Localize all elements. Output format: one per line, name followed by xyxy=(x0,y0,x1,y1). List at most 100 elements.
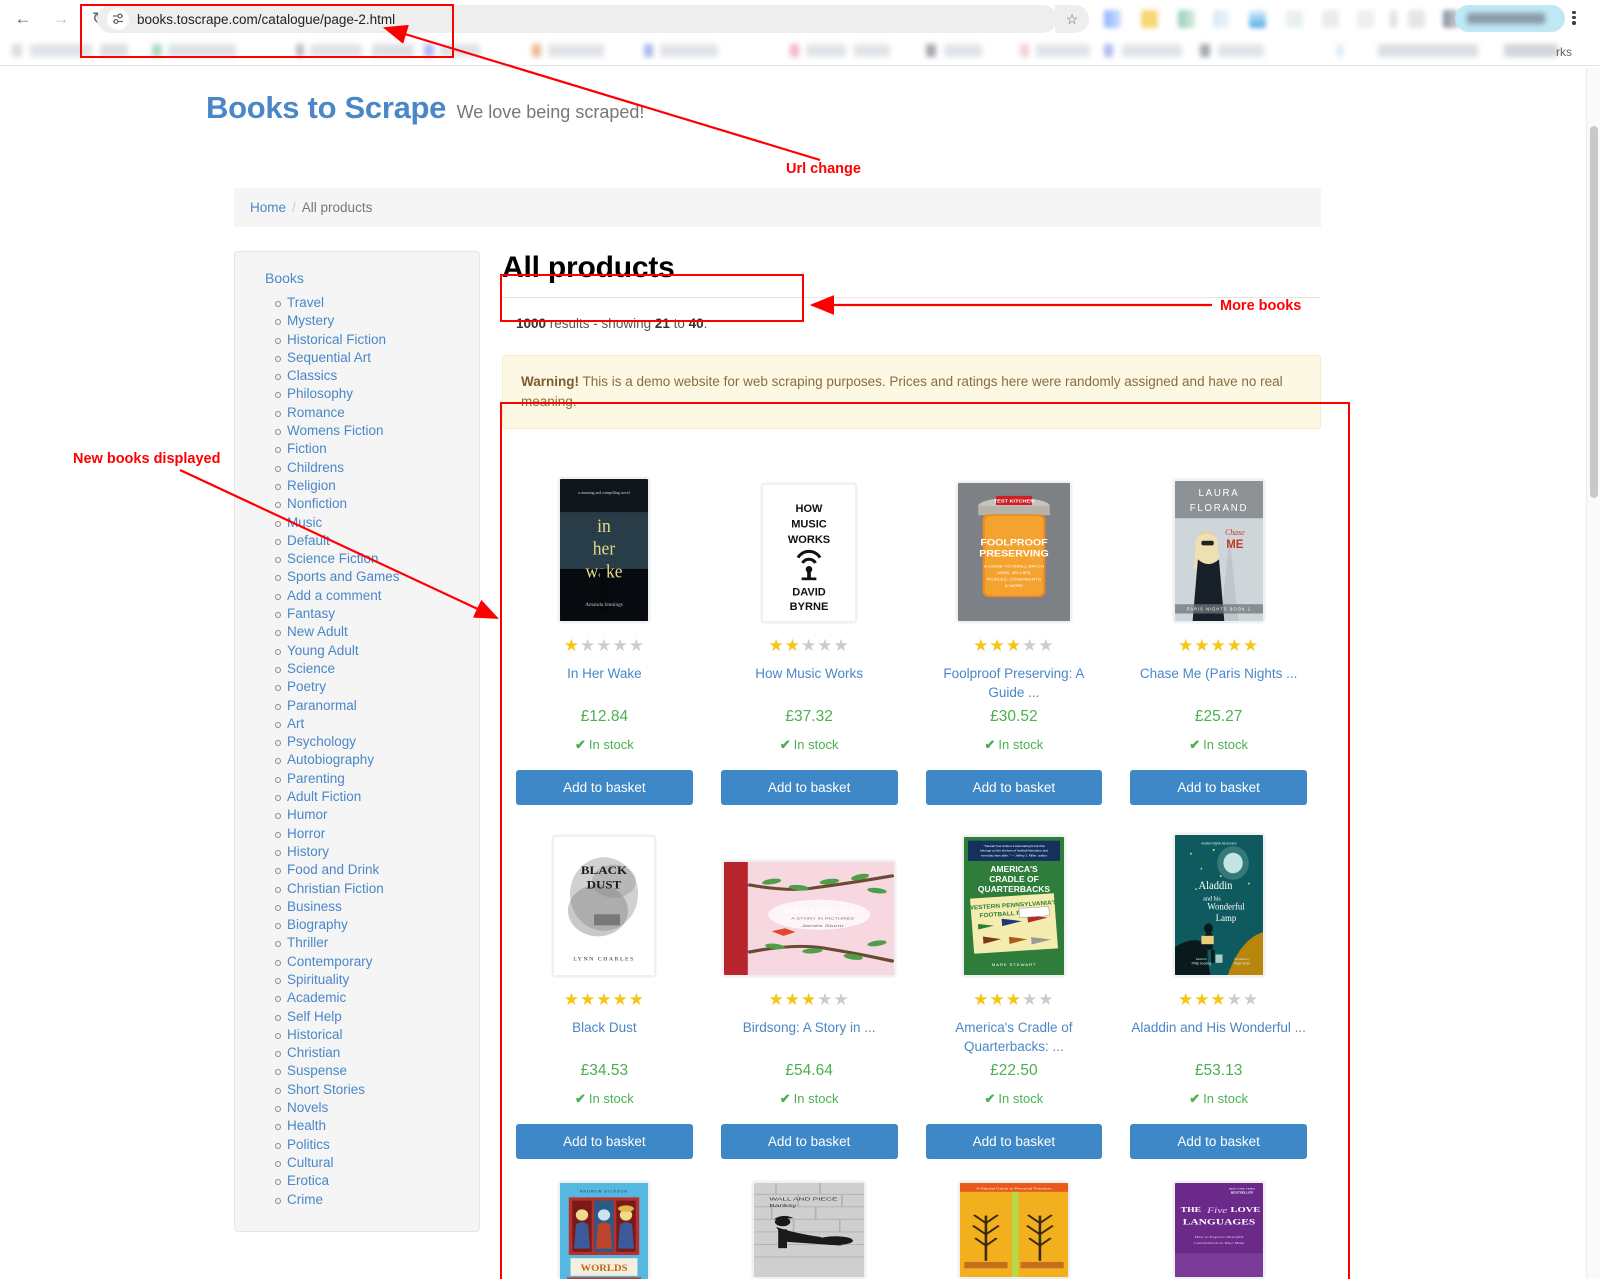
sidebar-item-label[interactable]: Historical Fiction xyxy=(287,332,386,347)
sidebar-item[interactable]: Poetry xyxy=(275,678,479,696)
bookmark-item[interactable] xyxy=(1337,44,1343,57)
sidebar-item-label[interactable]: Academic xyxy=(287,990,346,1005)
sidebar-item-label[interactable]: Food and Drink xyxy=(287,862,379,877)
bookmark-item[interactable] xyxy=(12,44,22,57)
sidebar-item-label[interactable]: Nonfiction xyxy=(287,496,347,511)
sidebar-item[interactable]: Health xyxy=(275,1117,479,1135)
forward-arrow-icon[interactable]: → xyxy=(46,4,76,34)
breadcrumb-home-link[interactable]: Home xyxy=(250,200,286,215)
sidebar-item-label[interactable]: Art xyxy=(287,716,304,731)
sidebar-item[interactable]: Cultural xyxy=(275,1154,479,1172)
sidebar-item[interactable]: Sports and Games xyxy=(275,568,479,586)
sidebar-item-label[interactable]: Romance xyxy=(287,405,345,420)
sidebar-item[interactable]: Humor xyxy=(275,806,479,824)
extension-icon-8[interactable] xyxy=(1357,10,1374,28)
extension-icon-9[interactable] xyxy=(1390,10,1397,28)
sidebar-item[interactable]: History xyxy=(275,843,479,861)
sidebar-item-label[interactable]: Fantasy xyxy=(287,606,335,621)
sidebar-item[interactable]: Science Fiction xyxy=(275,550,479,568)
bookmark-item[interactable] xyxy=(1104,44,1113,57)
sidebar-item[interactable]: Biography xyxy=(275,916,479,934)
sidebar-item[interactable]: Philosophy xyxy=(275,385,479,403)
sidebar-item-label[interactable]: Add a comment xyxy=(287,588,382,603)
sidebar-item[interactable]: Music xyxy=(275,514,479,532)
bookmark-item[interactable] xyxy=(854,44,890,57)
sidebar-item-label[interactable]: Autobiography xyxy=(287,752,374,767)
sidebar-item-label[interactable]: Default xyxy=(287,533,330,548)
bookmark-item[interactable] xyxy=(548,44,604,57)
sidebar-item[interactable]: Christian xyxy=(275,1044,479,1062)
sidebar-item-label[interactable]: Parenting xyxy=(287,771,345,786)
sidebar-item[interactable]: Add a comment xyxy=(275,587,479,605)
sidebar-item-label[interactable]: History xyxy=(287,844,329,859)
sidebar-item[interactable]: Christian Fiction xyxy=(275,880,479,898)
bookmark-item[interactable] xyxy=(532,44,541,57)
extension-icon-3[interactable] xyxy=(1178,10,1195,28)
sidebar-item-label[interactable]: Young Adult xyxy=(287,643,359,658)
sidebar-item-label[interactable]: Self Help xyxy=(287,1009,342,1024)
sidebar-item-label[interactable]: Science xyxy=(287,661,335,676)
sidebar-item-label[interactable]: Sports and Games xyxy=(287,569,400,584)
site-title[interactable]: Books to Scrape xyxy=(206,90,446,125)
extension-icon-7[interactable] xyxy=(1322,10,1339,28)
extension-icon-5[interactable] xyxy=(1249,10,1266,28)
sidebar-item-label[interactable]: Christian Fiction xyxy=(287,881,384,896)
sidebar-item-label[interactable]: Spirituality xyxy=(287,972,349,987)
sidebar-item-label[interactable]: Novels xyxy=(287,1100,328,1115)
kebab-menu-icon[interactable] xyxy=(1572,9,1576,26)
sidebar-item-label[interactable]: Religion xyxy=(287,478,336,493)
sidebar-item-label[interactable]: Classics xyxy=(287,368,337,383)
sidebar-item-label[interactable]: Music xyxy=(287,515,322,530)
bookmark-overflow[interactable] xyxy=(1504,44,1558,57)
sidebar-item-label[interactable]: Suspense xyxy=(287,1063,347,1078)
sidebar-item-label[interactable]: Crime xyxy=(287,1192,323,1207)
bookmark-item[interactable] xyxy=(1036,44,1090,57)
bookmark-item[interactable] xyxy=(790,44,799,57)
sidebar-item[interactable]: Paranormal xyxy=(275,697,479,715)
sidebar-item[interactable]: Autobiography xyxy=(275,751,479,769)
scrollbar-thumb[interactable] xyxy=(1590,126,1598,498)
sidebar-item[interactable]: Horror xyxy=(275,825,479,843)
sidebar-item-label[interactable]: Womens Fiction xyxy=(287,423,384,438)
sidebar-item[interactable]: Mystery xyxy=(275,312,479,330)
profile-chip[interactable] xyxy=(1455,5,1565,32)
sidebar-item[interactable]: Childrens xyxy=(275,459,479,477)
sidebar-item[interactable]: Historical Fiction xyxy=(275,331,479,349)
back-arrow-icon[interactable]: ← xyxy=(8,4,38,34)
sidebar-item[interactable]: Art xyxy=(275,715,479,733)
sidebar-item[interactable]: Politics xyxy=(275,1136,479,1154)
bookmark-item[interactable] xyxy=(926,44,936,57)
sidebar-item[interactable]: Young Adult xyxy=(275,642,479,660)
sidebar-item[interactable]: Fiction xyxy=(275,440,479,458)
sidebar-nav-title[interactable]: Books xyxy=(235,270,479,294)
sidebar-item-label[interactable]: Thriller xyxy=(287,935,328,950)
sidebar-item-label[interactable]: Contemporary xyxy=(287,954,373,969)
sidebar-item[interactable]: Travel xyxy=(275,294,479,312)
sidebar-item-label[interactable]: Historical xyxy=(287,1027,343,1042)
bookmark-item[interactable] xyxy=(1218,44,1264,57)
sidebar-item-label[interactable]: Horror xyxy=(287,826,325,841)
sidebar-item[interactable]: Suspense xyxy=(275,1062,479,1080)
sidebar-item-label[interactable]: Sequential Art xyxy=(287,350,371,365)
bookmark-item[interactable] xyxy=(1378,44,1478,57)
extension-icon-1[interactable] xyxy=(1104,10,1121,28)
sidebar-item[interactable]: Adult Fiction xyxy=(275,788,479,806)
sidebar-item[interactable]: Self Help xyxy=(275,1008,479,1026)
sidebar-item[interactable]: Spirituality xyxy=(275,971,479,989)
sidebar-item[interactable]: Sequential Art xyxy=(275,349,479,367)
bookmark-item[interactable] xyxy=(1020,44,1029,57)
sidebar-item[interactable]: Science xyxy=(275,660,479,678)
sidebar-item[interactable]: Thriller xyxy=(275,934,479,952)
sidebar-item-label[interactable]: Philosophy xyxy=(287,386,353,401)
sidebar-item[interactable]: Contemporary xyxy=(275,953,479,971)
extension-icon-10[interactable] xyxy=(1408,10,1425,28)
sidebar-item-label[interactable]: Adult Fiction xyxy=(287,789,361,804)
sidebar-item[interactable]: Psychology xyxy=(275,733,479,751)
sidebar-item-label[interactable]: Science Fiction xyxy=(287,551,379,566)
bookmark-item[interactable] xyxy=(660,44,718,57)
sidebar-item-label[interactable]: Business xyxy=(287,899,342,914)
sidebar-item-label[interactable]: Fiction xyxy=(287,441,327,456)
sidebar-item[interactable]: Default xyxy=(275,532,479,550)
sidebar-item[interactable]: New Adult xyxy=(275,623,479,641)
sidebar-item-label[interactable]: Travel xyxy=(287,295,324,310)
